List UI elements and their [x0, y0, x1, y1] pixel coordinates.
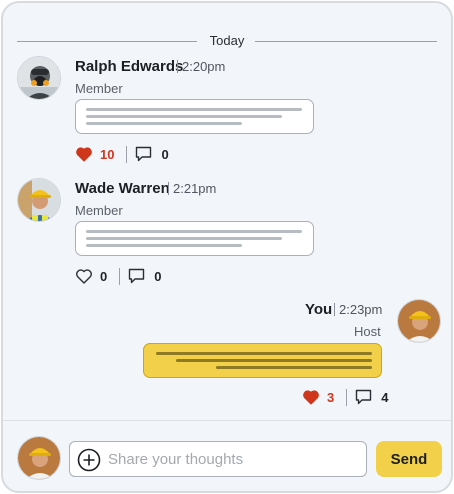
time-separator	[177, 60, 178, 73]
date-divider-label: Today	[209, 33, 245, 48]
divider-line-right	[255, 41, 437, 42]
comment-icon[interactable]	[355, 389, 372, 405]
message-time: 2:21pm	[168, 180, 216, 198]
message-time-text: 2:21pm	[173, 181, 217, 196]
chat-panel: Today Ralph Edwards 2:20pm Member 10 0 W…	[1, 1, 453, 493]
send-button[interactable]: Send	[376, 441, 442, 477]
composer-divider	[3, 420, 451, 421]
text-line	[86, 244, 242, 247]
message-time: 2:23pm	[334, 301, 382, 319]
sender-role: Host	[354, 324, 381, 339]
reaction-separator	[119, 267, 121, 285]
reaction-separator	[346, 388, 348, 406]
sender-role: Member	[75, 203, 123, 218]
message-input-box	[69, 441, 367, 477]
text-line	[86, 230, 302, 233]
comment-count: 0	[154, 268, 162, 284]
message-time-text: 2:20pm	[182, 59, 226, 74]
composer-avatar	[17, 436, 61, 480]
date-divider: Today	[17, 33, 437, 49]
comment-icon[interactable]	[128, 268, 145, 284]
text-line	[86, 122, 242, 125]
sender-name: Wade Warren	[75, 180, 170, 197]
heart-icon[interactable]	[76, 146, 92, 162]
text-line	[216, 366, 372, 369]
sender-name: You	[305, 301, 333, 318]
text-line	[86, 108, 302, 111]
message-reactions: 3 4	[303, 386, 388, 408]
time-separator	[168, 182, 169, 195]
plus-circle-icon[interactable]	[77, 448, 101, 472]
comment-count: 0	[161, 146, 169, 162]
message-bubble	[75, 99, 314, 134]
like-count: 3	[327, 389, 335, 405]
message-reactions: 0 0	[76, 265, 161, 287]
reaction-separator	[126, 145, 128, 163]
text-line	[86, 237, 282, 240]
message-time-text: 2:23pm	[339, 302, 383, 317]
sender-name: Ralph Edwards	[75, 58, 184, 75]
text-line	[156, 352, 372, 355]
message-input[interactable]	[108, 442, 358, 476]
like-count: 0	[100, 268, 108, 284]
avatar-ralph-edwards[interactable]	[17, 56, 61, 100]
text-line	[86, 115, 282, 118]
divider-line-left	[17, 41, 197, 42]
time-separator	[334, 303, 335, 316]
avatar-you[interactable]	[397, 299, 441, 343]
avatar-wade-warren[interactable]	[17, 178, 61, 222]
heart-icon[interactable]	[76, 268, 92, 284]
my-message-bubble	[143, 343, 382, 378]
message-reactions: 10 0	[76, 143, 169, 165]
comment-icon[interactable]	[135, 146, 152, 162]
sender-role: Member	[75, 81, 123, 96]
text-line	[176, 359, 372, 362]
message-bubble	[75, 221, 314, 256]
like-count: 10	[100, 146, 115, 162]
comment-count: 4	[381, 389, 389, 405]
message-time: 2:20pm	[177, 58, 225, 76]
heart-icon[interactable]	[303, 389, 319, 405]
